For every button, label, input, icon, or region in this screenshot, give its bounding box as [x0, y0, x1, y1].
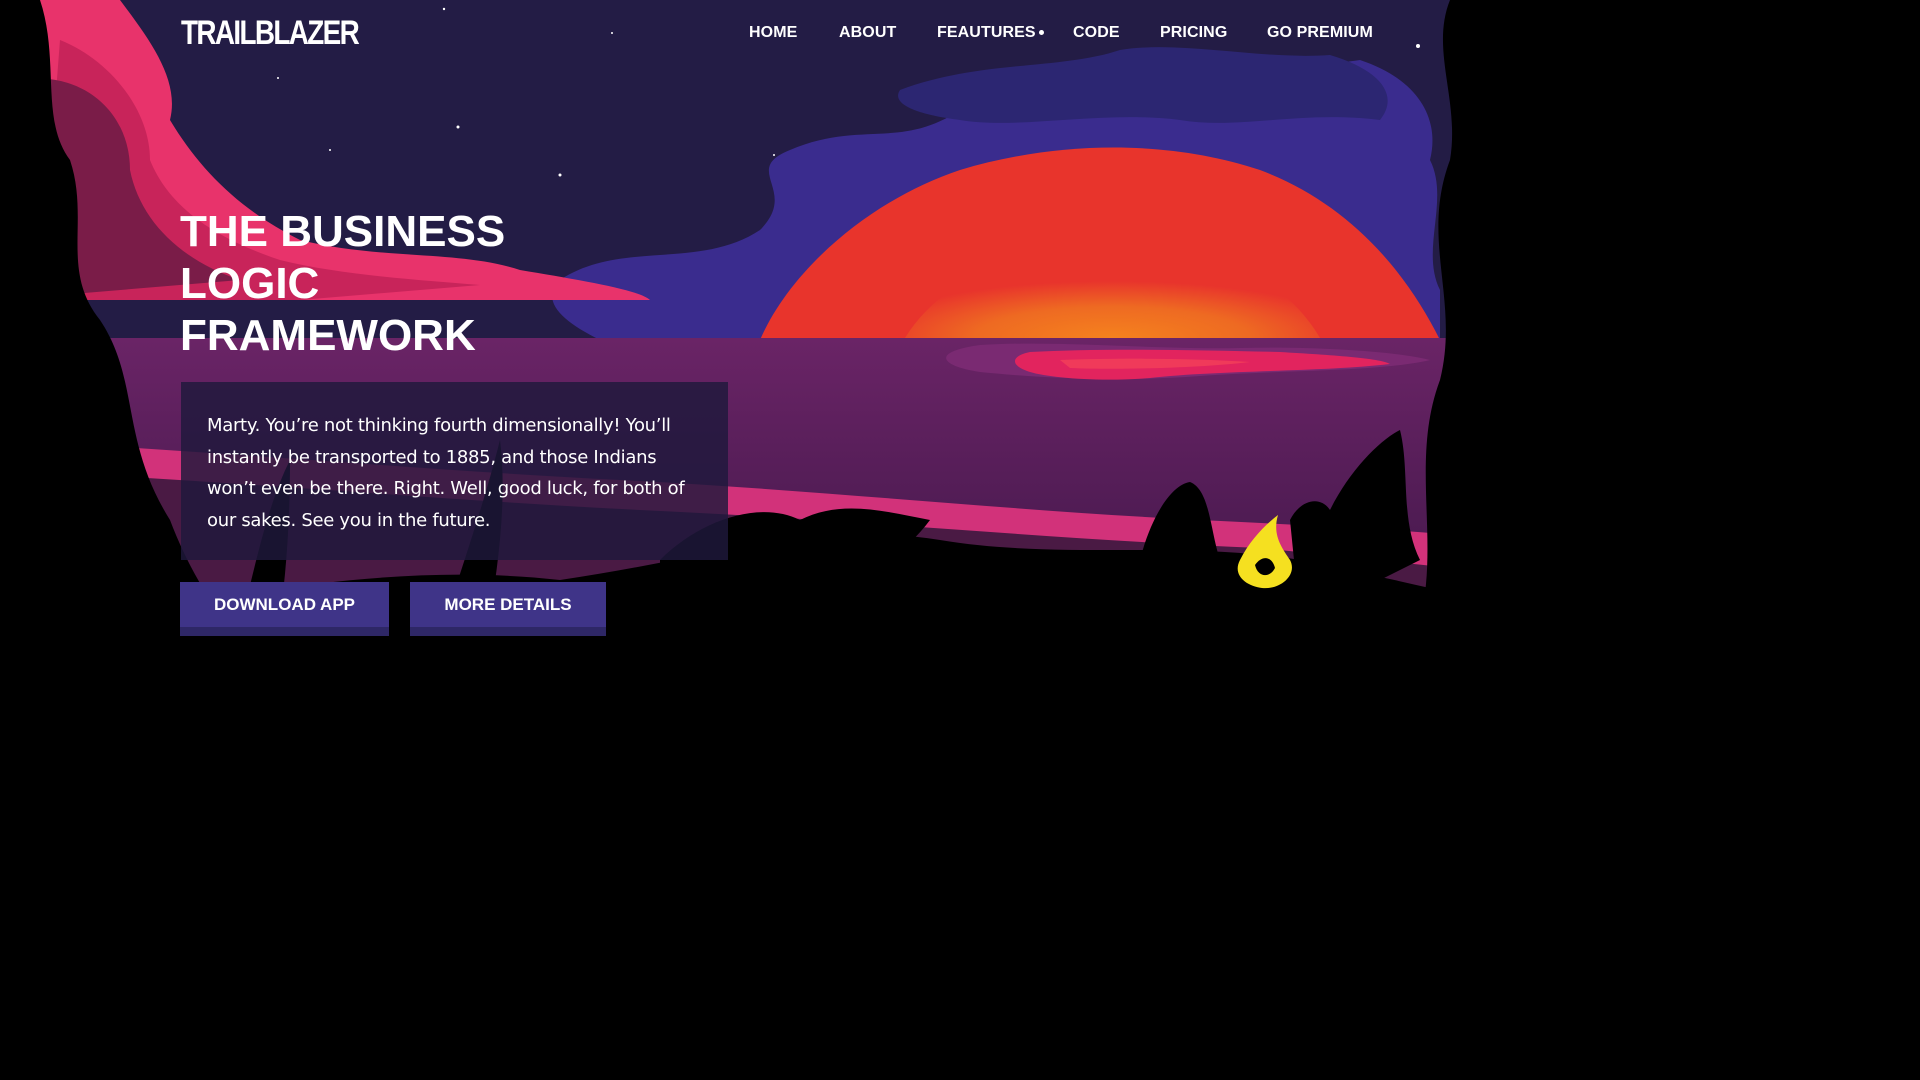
nav-item-about[interactable]: ABOUT: [839, 24, 896, 42]
more-details-button[interactable]: MORE DETAILS: [410, 582, 606, 636]
hero-description: Marty. You’re not thinking fourth dimens…: [207, 415, 685, 531]
nav-item-code[interactable]: CODE: [1073, 24, 1120, 42]
hero-title-line: FRAMEWORK: [180, 311, 476, 360]
nav-item-home[interactable]: HOME: [749, 24, 797, 42]
hero-title-line: LOGIC: [180, 259, 320, 308]
hero-text-panel: Marty. You’re not thinking fourth dimens…: [181, 382, 728, 560]
nav-item-go-premium[interactable]: GO PREMIUM: [1267, 24, 1373, 42]
download-app-button[interactable]: DOWNLOAD APP: [180, 582, 389, 636]
nav-item-pricing[interactable]: PRICING: [1160, 24, 1227, 42]
nav-item-features[interactable]: FEAUTURES: [937, 24, 1036, 42]
nav-dropdown-indicator-icon: [1039, 30, 1044, 35]
hero-title-line: THE BUSINESS: [180, 207, 506, 256]
hero-title: THE BUSINESS LOGIC FRAMEWORK: [180, 206, 600, 362]
brand-logo[interactable]: TRAILBLAZER: [181, 14, 360, 53]
